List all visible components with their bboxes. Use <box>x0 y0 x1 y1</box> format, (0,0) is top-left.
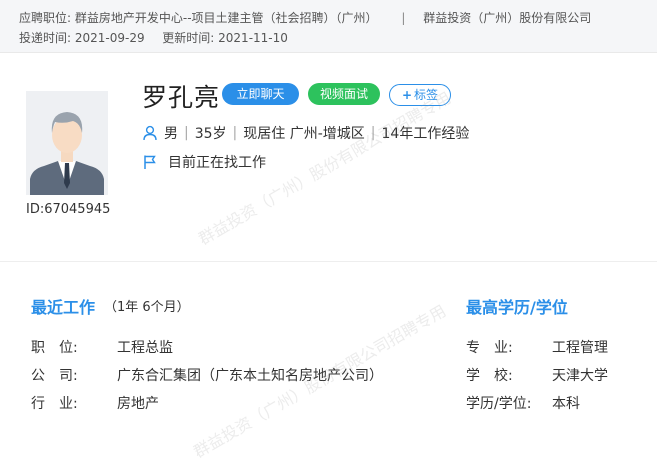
recent-work-title: 最近工作 <box>31 298 96 317</box>
work-industry-value: 房地产 <box>117 396 159 412</box>
job-status: 目前正在找工作 <box>142 152 266 172</box>
work-industry-label: 行 业: <box>31 396 78 412</box>
residence: 现居住 广州-增城区 <box>243 126 365 142</box>
work-row-position: 职 位: <box>31 337 78 357</box>
work-row-company: 公 司: <box>31 365 78 385</box>
chat-now-button[interactable]: 立即聊天 <box>222 83 299 105</box>
flag-icon <box>144 155 156 169</box>
age: 35岁 <box>194 126 227 142</box>
work-position-value: 工程总监 <box>117 340 173 356</box>
recent-work-duration: （1年 6个月） <box>104 300 190 315</box>
edu-major-value: 工程管理 <box>552 340 608 356</box>
work-company-label: 公 司: <box>31 368 78 384</box>
position-value: 群益房地产开发中心--项目土建主管（社会招聘）（广州） <box>74 11 378 25</box>
person-icon <box>143 125 157 141</box>
job-status-text: 目前正在找工作 <box>168 155 266 171</box>
candidate-name: 罗孔亮 <box>142 83 221 112</box>
video-interview-button[interactable]: 视频面试 <box>308 83 380 105</box>
avatar <box>26 91 108 195</box>
application-header: 应聘职位: 群益房地产开发中心--项目土建主管（社会招聘）（广州） | 群益投资… <box>0 0 657 53</box>
edu-major-label: 专 业: <box>466 340 513 356</box>
candidate-meta: 男 | 35岁 | 现居住 广州-增城区 | 14年工作经验 <box>142 123 469 143</box>
edu-school-value: 天津大学 <box>552 368 608 384</box>
plus-icon: + <box>401 88 413 102</box>
update-label: 更新时间: <box>162 31 215 45</box>
section-divider <box>0 261 657 262</box>
update-date: 2021-11-10 <box>218 31 288 45</box>
application-dates-line: 投递时间: 2021-09-29 更新时间: 2021-11-10 <box>19 29 288 46</box>
edu-degree-label: 学历/学位: <box>466 396 532 412</box>
submit-date: 2021-09-29 <box>74 31 145 45</box>
edu-school-label: 学 校: <box>466 368 513 384</box>
gender: 男 <box>164 126 178 142</box>
work-position-label: 职 位: <box>31 340 78 356</box>
edu-degree-value: 本科 <box>552 396 580 412</box>
work-row-industry: 行 业: <box>31 393 78 413</box>
company-name: 群益投资（广州）股份有限公司 <box>423 11 592 25</box>
add-tag-button[interactable]: + 标签 <box>389 84 451 106</box>
work-experience: 14年工作经验 <box>381 126 470 142</box>
candidate-id: ID:67045945 <box>26 202 111 217</box>
submit-label: 投递时间: <box>19 31 72 45</box>
work-company-value: 广东合汇集团（广东本土知名房地产公司） <box>117 368 383 384</box>
application-info-line: 应聘职位: 群益房地产开发中心--项目土建主管（社会招聘）（广州） | 群益投资… <box>19 9 591 26</box>
default-avatar-icon <box>26 91 108 195</box>
education-title: 最高学历/学位 <box>466 298 568 317</box>
header-separator: | <box>401 11 406 25</box>
tag-button-label: 标签 <box>414 88 439 102</box>
position-label: 应聘职位: <box>19 11 72 25</box>
